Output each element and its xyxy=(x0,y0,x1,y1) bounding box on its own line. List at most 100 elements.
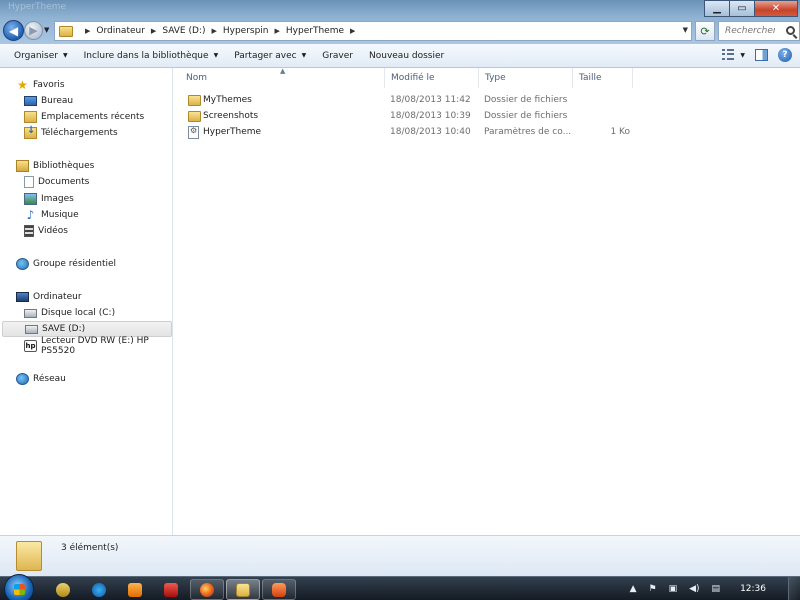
folder-icon xyxy=(188,111,201,122)
star-icon: ★ xyxy=(17,78,28,92)
folder-icon xyxy=(16,541,42,571)
volume-icon[interactable]: ◀) xyxy=(689,584,699,594)
file-type: Paramètres de co... xyxy=(484,127,572,137)
search-input[interactable] xyxy=(725,26,775,36)
new-folder-label: Nouveau dossier xyxy=(369,50,445,61)
column-header-type[interactable]: Type xyxy=(479,68,573,88)
show-hidden-icons-icon[interactable]: ▲ xyxy=(630,584,637,594)
firefox-icon xyxy=(200,582,214,597)
chevron-right-icon[interactable]: ▶ xyxy=(211,27,216,35)
action-center-flag-icon[interactable]: ⚑ xyxy=(649,584,657,594)
file-type: Dossier de fichiers xyxy=(484,111,568,121)
sidebar-item-network[interactable]: Réseau xyxy=(16,371,66,387)
organize-button[interactable]: Organiser ▼ xyxy=(6,44,76,67)
show-desktop-button[interactable] xyxy=(788,577,800,600)
include-library-button[interactable]: Inclure dans la bibliothèque ▼ xyxy=(76,44,227,67)
sidebar-item-label: Groupe résidentiel xyxy=(33,259,117,269)
breadcrumb-hyperspin[interactable]: Hyperspin xyxy=(223,26,269,36)
recent-places-icon xyxy=(24,111,37,123)
include-library-label: Inclure dans la bibliothèque xyxy=(83,50,209,61)
chevron-right-icon[interactable]: ▶ xyxy=(275,27,280,35)
breadcrumb-hypertheme[interactable]: HyperTheme xyxy=(286,26,344,36)
sidebar-item-label: Emplacements récents xyxy=(41,112,145,122)
chevron-down-icon: ▼ xyxy=(63,52,68,59)
taskbar-app-internet-explorer[interactable] xyxy=(82,579,116,600)
downloads-icon xyxy=(24,125,37,139)
search-icon[interactable] xyxy=(786,26,795,35)
chevron-right-icon[interactable]: ▶ xyxy=(85,27,90,35)
sidebar-item-downloads[interactable]: Téléchargements xyxy=(24,125,118,141)
taskbar-app-messenger[interactable] xyxy=(262,579,296,600)
back-button[interactable]: ◀ xyxy=(3,20,24,41)
desktop-icon xyxy=(24,96,37,106)
column-header-name[interactable]: Nom xyxy=(180,68,385,88)
sidebar-item-label: Favoris xyxy=(33,80,65,90)
pictures-icon xyxy=(24,193,37,205)
sidebar-item-label: Réseau xyxy=(33,374,66,384)
file-row-mythemes[interactable]: MyThemes 18/08/2013 11:42 Dossier de fic… xyxy=(182,93,642,109)
burn-button[interactable]: Graver xyxy=(314,44,361,67)
sidebar-item-music[interactable]: ♪ Musique xyxy=(24,207,79,223)
taskbar-app-winamp[interactable] xyxy=(46,579,80,600)
chevron-right-icon[interactable]: ▶ xyxy=(151,27,156,35)
view-options-icon[interactable] xyxy=(722,49,736,61)
settings-file-icon xyxy=(188,126,199,139)
taskbar-app-explorer[interactable] xyxy=(226,579,260,600)
chevron-right-icon[interactable]: ▶ xyxy=(350,27,355,35)
column-header-size[interactable]: Taille xyxy=(573,68,633,88)
file-modified: 18/08/2013 10:39 xyxy=(390,111,471,121)
sidebar-item-local-disk-c[interactable]: Disque local (C:) xyxy=(24,305,115,321)
refresh-button[interactable]: ⟳ xyxy=(695,21,715,41)
close-button[interactable]: ✕ xyxy=(754,0,798,17)
file-name: MyThemes xyxy=(203,95,252,105)
share-with-button[interactable]: Partager avec ▼ xyxy=(226,44,314,67)
sidebar-item-images[interactable]: Images xyxy=(24,191,74,207)
sidebar-item-label: Bureau xyxy=(41,96,74,106)
preview-pane-icon[interactable] xyxy=(755,49,768,61)
taskbar-clock[interactable]: 12:36 xyxy=(740,584,766,594)
computer-icon xyxy=(16,292,29,302)
sidebar-item-dvd-drive-e[interactable]: hp Lecteur DVD RW (E:) HP PS5520 xyxy=(24,336,172,356)
search-box[interactable] xyxy=(718,21,800,41)
address-bar[interactable]: ▶ Ordinateur ▶ SAVE (D:) ▶ Hyperspin ▶ H… xyxy=(54,21,692,41)
new-folder-button[interactable]: Nouveau dossier xyxy=(361,44,452,67)
window-controls: ▁ ▭ ✕ xyxy=(704,0,798,17)
taskbar-app-firefox[interactable] xyxy=(190,579,224,600)
taskbar-app-media-player[interactable] xyxy=(118,579,152,600)
chevron-down-icon: ▼ xyxy=(213,52,219,59)
file-modified: 18/08/2013 10:40 xyxy=(390,127,471,137)
start-button[interactable] xyxy=(4,574,34,600)
file-row-hypertheme[interactable]: HyperTheme 18/08/2013 10:40 Paramètres d… xyxy=(182,125,642,141)
sidebar-item-desktop[interactable]: Bureau xyxy=(24,93,73,109)
sidebar-item-videos[interactable]: Vidéos xyxy=(24,223,68,239)
taskbar-app-flash[interactable] xyxy=(154,579,188,600)
usb-device-icon[interactable]: ▤ xyxy=(712,584,721,594)
column-header-modified[interactable]: Modifié le xyxy=(385,68,479,88)
sidebar-item-computer[interactable]: Ordinateur xyxy=(16,289,82,305)
file-list: ▲ Nom Modifié le Type Taille MyThemes 18… xyxy=(174,67,800,535)
winamp-icon xyxy=(56,582,70,597)
history-dropdown-icon[interactable]: ▼ xyxy=(44,26,49,34)
forward-button[interactable]: ▶ xyxy=(24,21,43,40)
sidebar-item-save-d[interactable]: SAVE (D:) xyxy=(2,321,172,337)
breadcrumb-computer[interactable]: Ordinateur xyxy=(96,26,145,36)
chevron-down-icon: ▼ xyxy=(301,52,307,59)
sidebar-item-libraries[interactable]: Bibliothèques xyxy=(16,158,94,174)
help-icon[interactable]: ? xyxy=(778,48,792,62)
chevron-down-icon[interactable]: ▼ xyxy=(683,26,688,34)
folder-icon xyxy=(59,25,73,37)
sidebar-item-recent-places[interactable]: Emplacements récents xyxy=(24,109,144,125)
sidebar-item-documents[interactable]: Documents xyxy=(24,174,89,190)
network-status-icon[interactable]: ▣ xyxy=(669,584,678,594)
chevron-down-icon[interactable]: ▼ xyxy=(740,52,745,59)
internet-explorer-icon xyxy=(92,582,106,597)
file-row-screenshots[interactable]: Screenshots 18/08/2013 10:39 Dossier de … xyxy=(182,109,642,125)
maximize-button[interactable]: ▭ xyxy=(729,0,755,17)
sidebar-item-favorites[interactable]: ★ Favoris xyxy=(16,77,65,93)
minimize-button[interactable]: ▁ xyxy=(704,0,730,17)
sidebar-item-homegroup[interactable]: Groupe résidentiel xyxy=(16,256,116,272)
breadcrumb-save-drive[interactable]: SAVE (D:) xyxy=(162,26,205,36)
file-type: Dossier de fichiers xyxy=(484,95,568,105)
network-icon xyxy=(16,373,29,385)
burn-label: Graver xyxy=(322,50,353,61)
